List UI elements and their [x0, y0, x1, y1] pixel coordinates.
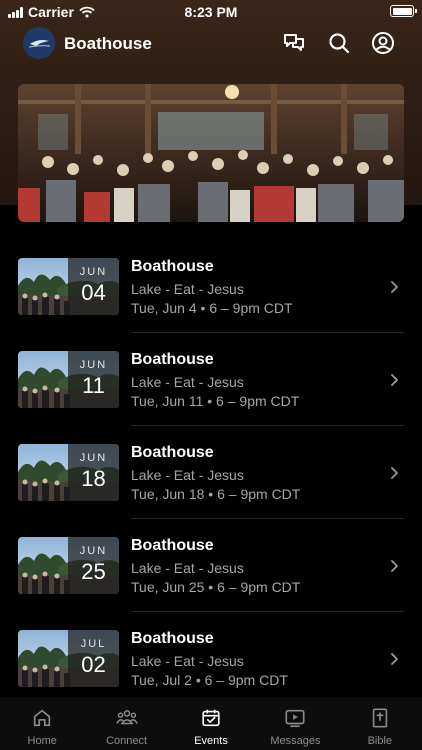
event-title: Boathouse — [131, 258, 214, 275]
chat-button[interactable] — [282, 31, 306, 55]
status-bar: Carrier 8:23 PM — [0, 0, 422, 24]
event-list: JUN 04 Boathouse Lake - Eat - Jesus Tue, Jun… — [0, 240, 422, 705]
tab-label: Messages — [270, 735, 321, 747]
tab-label: Bible — [367, 735, 393, 747]
date-badge: JUN 25 — [68, 537, 119, 594]
date-badge-day: 04 — [81, 280, 106, 305]
chevron-right-icon — [391, 281, 398, 293]
profile-icon — [372, 32, 394, 54]
app-header: Boathouse — [0, 24, 422, 64]
event-thumbnail: JUN 18 — [18, 444, 119, 501]
event-subtitle: Lake - Eat - Jesus — [131, 560, 244, 576]
home-icon — [34, 709, 51, 727]
play-icon — [285, 709, 305, 728]
chevron-right-icon — [391, 467, 398, 479]
profile-button[interactable] — [371, 31, 395, 55]
event-row[interactable]: JUN 18 Boathouse Lake - Eat - Jesus Tue, Jun… — [0, 426, 422, 519]
hero-image[interactable] — [18, 84, 404, 222]
calendar-check-icon — [202, 709, 220, 727]
event-subtitle: Lake - Eat - Jesus — [131, 467, 244, 483]
date-badge-month: JUN — [79, 452, 108, 464]
event-row[interactable]: JUN 04 Boathouse Lake - Eat - Jesus Tue, Jun… — [0, 240, 422, 333]
tab-messages[interactable]: Messages — [253, 697, 337, 750]
event-subtitle: Lake - Eat - Jesus — [131, 653, 244, 669]
date-badge-day: 18 — [81, 466, 106, 491]
bible-icon — [372, 708, 388, 728]
date-badge: JUL 02 — [68, 630, 119, 687]
date-badge: JUN 11 — [68, 351, 119, 408]
chevron-right-icon — [391, 374, 398, 386]
date-badge-day: 11 — [82, 373, 105, 398]
event-thumbnail: JUN 04 — [18, 258, 119, 315]
tab-events[interactable]: Events — [169, 697, 253, 750]
people-icon — [115, 710, 138, 725]
event-row[interactable]: JUN 25 Boathouse Lake - Eat - Jesus Tue, Jun… — [0, 519, 422, 612]
date-badge-month: JUL — [80, 638, 107, 650]
date-badge-day: 25 — [81, 559, 106, 584]
date-badge: JUN 18 — [68, 444, 119, 501]
tab-label: Connect — [106, 735, 148, 747]
event-title: Boathouse — [131, 537, 214, 554]
chevron-right-icon — [391, 653, 398, 665]
event-title: Boathouse — [131, 630, 214, 647]
event-datetime: Tue, Jun 11 • 6 – 9pm CDT — [131, 393, 300, 409]
date-badge: JUN 04 — [68, 258, 119, 315]
date-badge-day: 02 — [81, 652, 106, 677]
event-row[interactable]: JUN 11 Boathouse Lake - Eat - Jesus Tue, Jun… — [0, 333, 422, 426]
event-subtitle: Lake - Eat - Jesus — [131, 374, 244, 390]
event-datetime: Tue, Jul 2 • 6 – 9pm CDT — [131, 672, 288, 688]
event-subtitle: Lake - Eat - Jesus — [131, 281, 244, 297]
event-datetime: Tue, Jun 25 • 6 – 9pm CDT — [131, 579, 301, 595]
event-title: Boathouse — [131, 351, 214, 368]
event-thumbnail: JUL 02 — [18, 630, 119, 687]
event-thumbnail: JUN 25 — [18, 537, 119, 594]
search-button[interactable] — [327, 31, 351, 55]
tab-label: Home — [27, 735, 57, 747]
tab-home[interactable]: Home — [0, 697, 84, 750]
event-row[interactable]: JUL 02 Boathouse Lake - Eat - Jesus Tue, Jul… — [0, 612, 422, 705]
tab-label: Events — [194, 735, 228, 747]
battery-icon — [390, 5, 417, 17]
event-title: Boathouse — [131, 444, 214, 461]
tab-connect[interactable]: Connect — [84, 697, 168, 750]
date-badge-month: JUN — [79, 359, 108, 371]
date-badge-month: JUN — [79, 545, 108, 557]
app-title: Boathouse — [64, 34, 152, 53]
tab-bible[interactable]: Bible — [338, 697, 422, 750]
event-datetime: Tue, Jun 18 • 6 – 9pm CDT — [131, 486, 301, 502]
event-thumbnail: JUN 11 — [18, 351, 119, 408]
app-logo-icon — [23, 27, 55, 59]
event-datetime: Tue, Jun 4 • 6 – 9pm CDT — [131, 300, 293, 316]
chat-icon — [284, 34, 304, 51]
status-time: 8:23 PM — [184, 4, 238, 20]
tab-bar: Home Connect Events Messages Bible — [0, 697, 422, 750]
date-badge-month: JUN — [79, 266, 108, 278]
search-icon — [329, 33, 350, 54]
chevron-right-icon — [391, 560, 398, 572]
